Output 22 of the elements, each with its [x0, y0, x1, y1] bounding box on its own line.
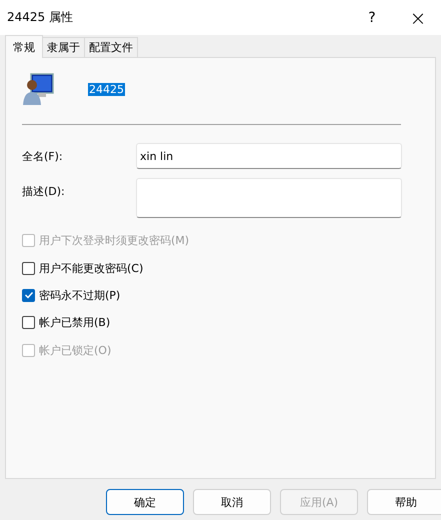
checkbox[interactable]	[22, 316, 35, 330]
checkbox-label: 帐户已锁定(O)	[39, 342, 112, 358]
help-button[interactable]: ?	[349, 0, 395, 35]
full-name-field[interactable]: xin lin	[136, 143, 402, 169]
window-title: 24425 属性	[7, 9, 74, 26]
field-label: 全名(F):	[21, 149, 64, 164]
dialog-button[interactable]: 取消	[193, 489, 271, 515]
checkbox[interactable]	[22, 288, 35, 302]
checkbox-label: 用户下次登录时须更改密码(M)	[39, 233, 190, 248]
checkbox[interactable]	[22, 262, 35, 275]
tab[interactable]: 配置文件	[84, 37, 138, 57]
user-computer-icon	[22, 72, 56, 106]
user-name: 24425	[88, 82, 125, 96]
field-label: 描述(D):	[21, 184, 66, 199]
dialog-button[interactable]: 确定	[106, 489, 184, 515]
close-button[interactable]: ×	[395, 0, 441, 35]
checkbox-label: 帐户已禁用(B)	[39, 315, 110, 330]
checkbox-label: 密码永不过期(P)	[39, 288, 120, 303]
checkbox-label: 用户不能更改密码(C)	[39, 260, 144, 276]
description-field[interactable]	[136, 178, 402, 218]
dialog-button[interactable]: 帮助	[367, 489, 441, 515]
tab[interactable]: 常规	[5, 35, 43, 58]
